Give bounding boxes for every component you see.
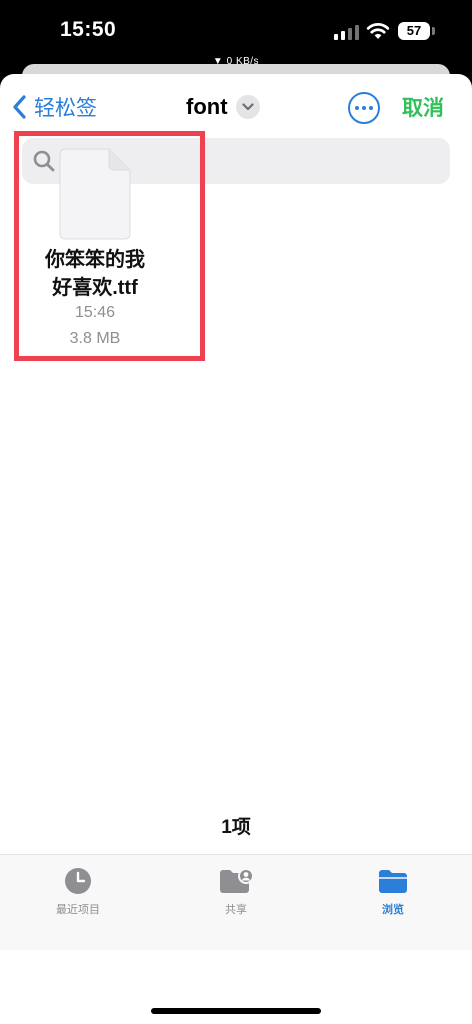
ellipsis-icon [355, 106, 359, 110]
status-bar: 15:50 57 ▼ 0 KB/s [0, 0, 472, 67]
folder-title-menu[interactable]: font [186, 92, 260, 122]
tab-browse[interactable]: 浏览 [343, 867, 443, 917]
tab-recents[interactable]: 最近项目 [28, 867, 128, 917]
more-options-button[interactable] [348, 92, 380, 124]
folder-icon [379, 870, 407, 893]
chevron-down-icon [235, 95, 260, 119]
document-icon [59, 148, 131, 240]
tab-shared[interactable]: 共享 [186, 867, 286, 917]
tab-label: 最近项目 [56, 904, 100, 916]
file-name: 你笨笨的我 好喜欢.ttf [45, 249, 145, 299]
page-title: font [186, 94, 228, 119]
file-item[interactable]: 你笨笨的我 好喜欢.ttf 15:46 3.8 MB [19, 136, 200, 356]
cellular-signal-icon [334, 24, 360, 40]
file-modified-time: 15:46 [74, 304, 116, 321]
battery-tip [432, 27, 435, 35]
chevron-left-icon [13, 95, 26, 119]
clock-icon [65, 868, 91, 894]
cancel-button[interactable]: 取消 [402, 92, 444, 122]
tab-label: 浏览 [382, 904, 404, 916]
battery-icon: 57 [398, 22, 430, 40]
home-indicator[interactable] [151, 1008, 321, 1014]
tab-label: 共享 [225, 904, 247, 916]
file-size: 3.8 MB [69, 330, 121, 347]
item-count: 1项 [221, 817, 251, 838]
shared-folder-icon [220, 868, 254, 893]
tab-bar: 最近项目 共享 浏览 [0, 854, 472, 950]
back-button[interactable]: 轻松签 [12, 92, 97, 122]
back-label: 轻松签 [34, 97, 97, 120]
status-time: 15:50 [60, 18, 117, 41]
wifi-icon [366, 21, 390, 41]
